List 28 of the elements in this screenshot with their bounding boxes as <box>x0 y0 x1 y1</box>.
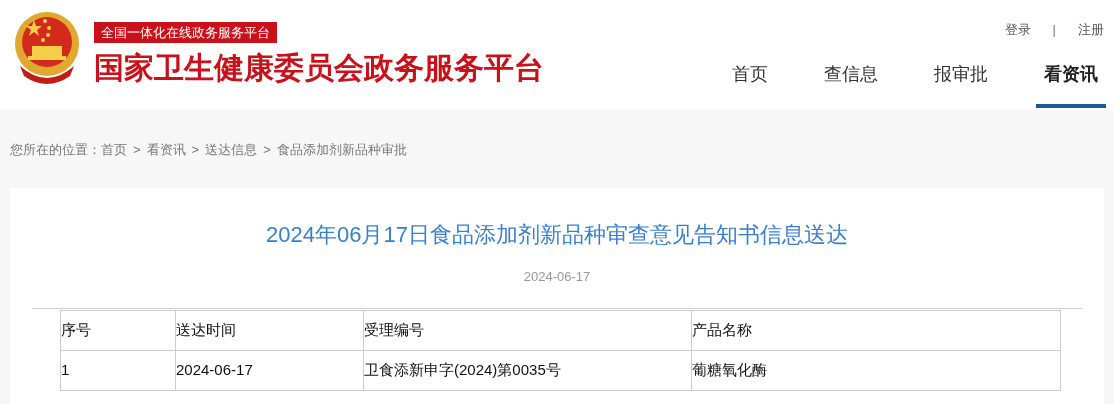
breadcrumb-link[interactable]: 看资讯 <box>146 140 186 160</box>
article-date: 2024-06-17 <box>523 268 591 284</box>
platform-badge: 全国一体化在线政务服务平台 <box>94 22 277 43</box>
login-link[interactable]: 登录 <box>1004 20 1031 40</box>
column-header: 送达时间 <box>175 310 364 350</box>
link-separator: | <box>1052 21 1056 39</box>
nav-tab[interactable]: 查信息 <box>816 57 886 108</box>
article-title: 2024年06月17日食品添加剂新品种审查意见告知书信息送达 <box>266 221 848 247</box>
breadcrumb-separator: > <box>133 141 141 159</box>
column-header: 产品名称 <box>691 310 1061 350</box>
table-cell: 卫食添新申字(2024)第0035号 <box>363 350 692 390</box>
breadcrumb-label: 您所在的位置： <box>10 141 101 159</box>
register-link[interactable]: 注册 <box>1078 20 1104 40</box>
breadcrumb-separator: > <box>263 141 271 159</box>
nav-tab[interactable]: 报审批 <box>926 57 996 108</box>
breadcrumb-link[interactable]: 首页 <box>101 140 127 160</box>
column-header: 序号 <box>60 310 176 350</box>
breadcrumb-link[interactable]: 送达信息 <box>205 140 258 160</box>
nav-tab[interactable]: 看资讯 <box>1036 57 1106 108</box>
breadcrumb-link[interactable]: 食品添加剂新品种审批 <box>276 140 407 160</box>
table-cell: 1 <box>60 350 176 390</box>
breadcrumb-separator: > <box>191 141 200 159</box>
site-title: 国家卫生健康委员会政务服务平台 <box>94 50 544 86</box>
nav-tab[interactable]: 首页 <box>724 57 776 108</box>
table-cell: 葡糖氧化酶 <box>691 350 1061 390</box>
table-cell: 2024-06-17 <box>175 350 364 390</box>
column-header: 受理编号 <box>363 310 692 350</box>
emblem-icon <box>12 10 82 86</box>
